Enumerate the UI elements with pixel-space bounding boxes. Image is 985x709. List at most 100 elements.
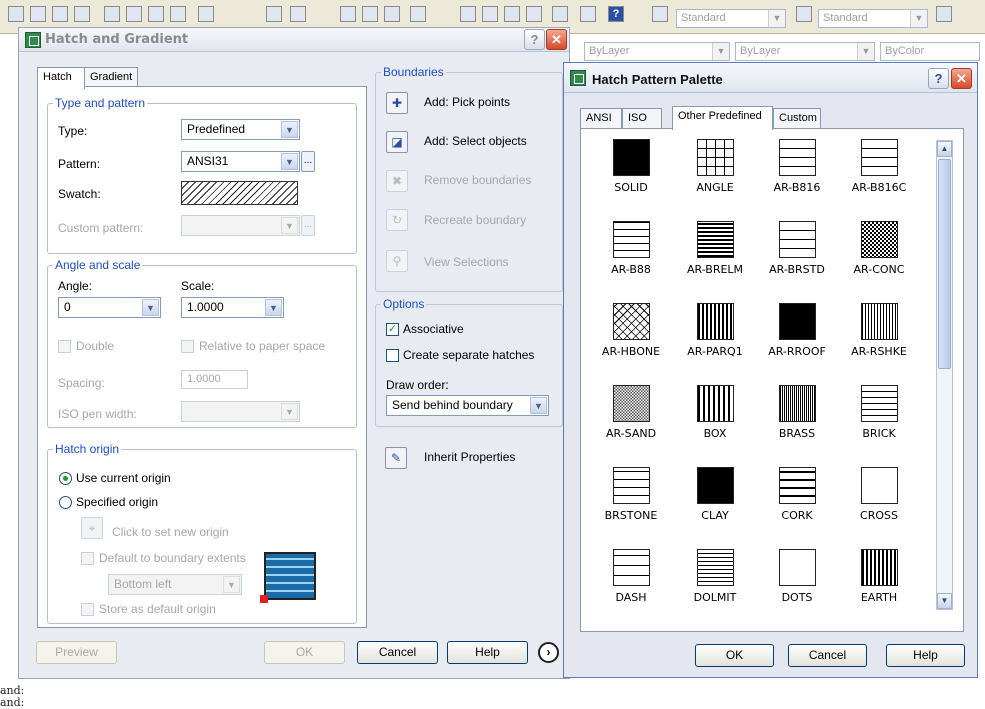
scroll-up-icon[interactable]: ▲: [937, 141, 952, 157]
tab-iso[interactable]: ISO: [622, 108, 662, 128]
tool-palette-icon[interactable]: [482, 6, 498, 22]
pattern-item[interactable]: DOTS: [757, 549, 837, 604]
specified-radio[interactable]: [59, 496, 72, 509]
pattern-item[interactable]: AR-RROOF: [757, 303, 837, 358]
linetype-select[interactable]: ByLayer ▼: [584, 42, 730, 61]
more-options-icon[interactable]: ›: [538, 642, 559, 663]
recreate-boundary-icon[interactable]: ↻: [386, 209, 408, 231]
sheet-icon[interactable]: [504, 6, 520, 22]
redo-icon[interactable]: [290, 6, 306, 22]
custom-pattern-select[interactable]: ▼: [181, 215, 300, 236]
palette-close-button[interactable]: ✕: [951, 68, 972, 89]
scale-select[interactable]: 1.0000 ▼: [181, 297, 284, 318]
set-origin-icon[interactable]: ⌖: [81, 517, 103, 539]
iso-pen-select[interactable]: ▼: [181, 401, 300, 422]
inherit-properties[interactable]: Inherit Properties: [424, 450, 515, 464]
match-icon[interactable]: [170, 6, 186, 22]
pattern-item[interactable]: CORK: [757, 467, 837, 522]
pattern-item[interactable]: SOLID: [591, 139, 671, 194]
new-icon[interactable]: [8, 6, 24, 22]
pattern-item[interactable]: BRICK: [839, 385, 919, 440]
pattern-item[interactable]: AR-PARQ1: [675, 303, 755, 358]
pattern-item[interactable]: BRSTONE: [591, 467, 671, 522]
tab-hatch[interactable]: Hatch: [37, 67, 85, 89]
tab-other-predefined[interactable]: Other Predefined: [672, 106, 773, 130]
add-select-objects[interactable]: Add: Select objects: [424, 134, 527, 148]
pan-icon[interactable]: [340, 6, 356, 22]
dim-style-icon[interactable]: [796, 6, 812, 22]
use-current-radio[interactable]: [59, 472, 72, 485]
associative-checkbox[interactable]: ✓: [386, 323, 399, 336]
table-style-icon[interactable]: [936, 6, 952, 22]
properties-icon[interactable]: [410, 6, 426, 22]
pattern-item[interactable]: AR-CONC: [839, 221, 919, 276]
cancel-button[interactable]: Cancel: [357, 641, 438, 664]
tab-gradient[interactable]: Gradient: [84, 67, 138, 87]
recreate-boundary[interactable]: Recreate boundary: [424, 213, 526, 227]
help-icon[interactable]: ?: [608, 6, 624, 22]
scroll-down-icon[interactable]: ▼: [937, 593, 952, 609]
type-select[interactable]: Predefined ▼: [181, 119, 300, 140]
angle-select[interactable]: 0 ▼: [58, 297, 161, 318]
plot-style-select[interactable]: ByColor: [880, 42, 980, 61]
pattern-item[interactable]: AR-SAND: [591, 385, 671, 440]
separate-hatches-checkbox[interactable]: [386, 349, 399, 362]
close-button[interactable]: ✕: [546, 29, 567, 50]
inherit-properties-icon[interactable]: ✎: [385, 447, 407, 469]
pattern-item[interactable]: AR-HBONE: [591, 303, 671, 358]
design-center-icon[interactable]: [460, 6, 476, 22]
select-objects-icon[interactable]: ◪: [386, 131, 408, 153]
pattern-item[interactable]: BRASS: [757, 385, 837, 440]
pattern-swatch[interactable]: [181, 181, 298, 205]
quickcalc-icon[interactable]: [552, 6, 568, 22]
palette-cancel-button[interactable]: Cancel: [788, 644, 867, 667]
pattern-item[interactable]: BOX: [675, 385, 755, 440]
palette-help-title-button[interactable]: ?: [928, 68, 949, 89]
tab-ansi[interactable]: ANSI: [580, 108, 622, 128]
pattern-item[interactable]: ANGLE: [675, 139, 755, 194]
help-title-button[interactable]: ?: [524, 29, 545, 50]
double-checkbox[interactable]: [58, 340, 71, 353]
lineweight-select[interactable]: ByLayer ▼: [735, 42, 875, 61]
calculator-icon[interactable]: [580, 6, 596, 22]
view-selections[interactable]: View Selections: [424, 255, 509, 269]
pattern-scrollbar[interactable]: ▲ ▼: [936, 140, 953, 610]
zoom-window-icon[interactable]: [384, 6, 400, 22]
dim-style-select[interactable]: Standard ▼: [818, 9, 928, 28]
open-icon[interactable]: [30, 6, 46, 22]
help-button[interactable]: Help: [447, 641, 528, 664]
ok-button[interactable]: OK: [264, 641, 345, 664]
preview-button[interactable]: Preview: [36, 641, 117, 664]
pattern-item[interactable]: CLAY: [675, 467, 755, 522]
save-icon[interactable]: [52, 6, 68, 22]
pattern-item[interactable]: DASH: [591, 549, 671, 604]
palette-ok-button[interactable]: OK: [695, 644, 774, 667]
zoom-icon[interactable]: [362, 6, 378, 22]
default-extents-checkbox[interactable]: [81, 552, 94, 565]
spacing-input[interactable]: 1.0000: [181, 370, 248, 389]
palette-help-button[interactable]: Help: [886, 644, 965, 667]
pattern-browse-button[interactable]: ...: [301, 151, 315, 172]
markup-icon[interactable]: [526, 6, 542, 22]
pattern-item[interactable]: DOLMIT: [675, 549, 755, 604]
brush-icon[interactable]: [198, 6, 214, 22]
relative-checkbox[interactable]: [181, 340, 194, 353]
text-style-select[interactable]: Standard ▼: [676, 9, 786, 28]
store-default-checkbox[interactable]: [81, 603, 94, 616]
pattern-item[interactable]: EARTH: [839, 549, 919, 604]
text-style-icon[interactable]: [652, 6, 668, 22]
extents-select[interactable]: Bottom left ▼: [108, 574, 242, 595]
remove-boundaries[interactable]: Remove boundaries: [424, 173, 531, 187]
plot-icon[interactable]: [74, 6, 90, 22]
tab-custom[interactable]: Custom: [773, 108, 821, 128]
undo-icon[interactable]: [266, 6, 282, 22]
copy-icon[interactable]: [126, 6, 142, 22]
remove-boundaries-icon[interactable]: ✖: [386, 170, 408, 192]
custom-browse-button[interactable]: ...: [301, 215, 315, 236]
paste-icon[interactable]: [148, 6, 164, 22]
pick-points-icon[interactable]: ✚: [386, 92, 408, 114]
pattern-item[interactable]: AR-B88: [591, 221, 671, 276]
view-selections-icon[interactable]: ⚲: [386, 250, 408, 272]
scroll-thumb[interactable]: [938, 159, 951, 369]
draw-order-select[interactable]: Send behind boundary ▼: [386, 395, 549, 416]
